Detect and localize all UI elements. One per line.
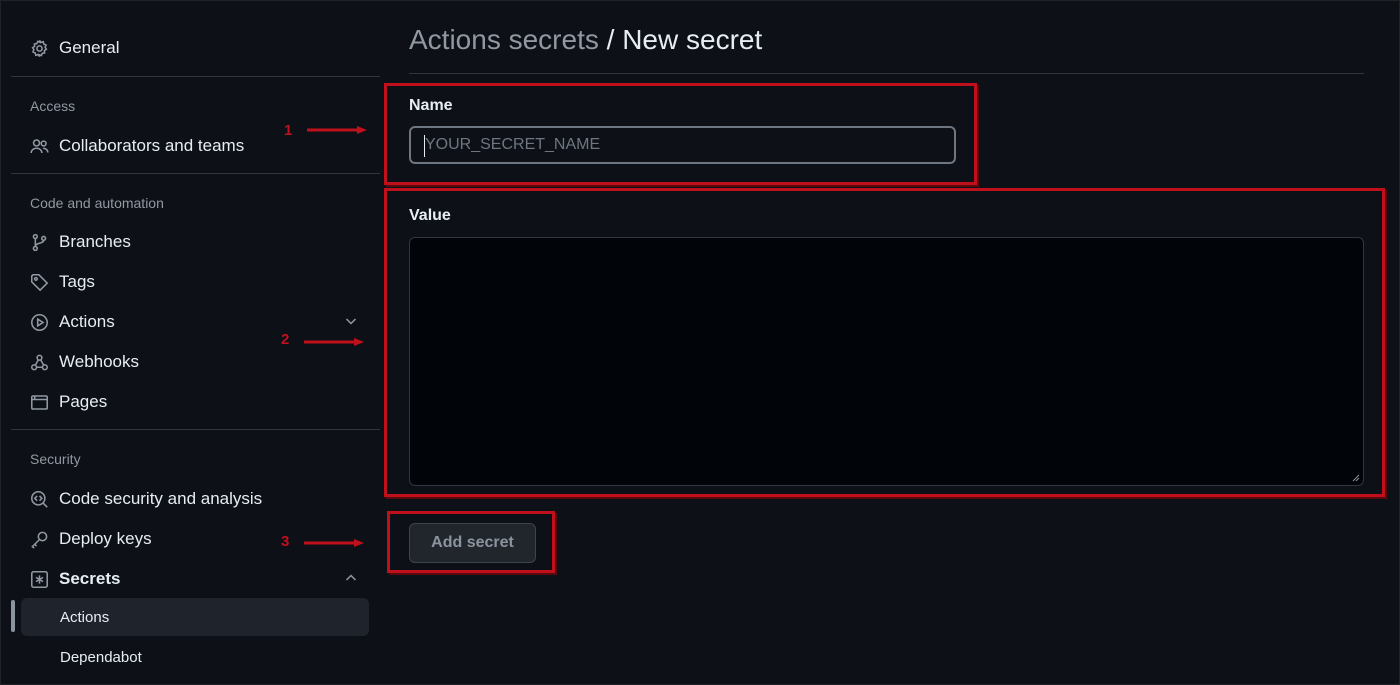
sidebar-item-general[interactable]: General: [21, 30, 369, 66]
breadcrumb-actions-secrets[interactable]: Actions secrets: [409, 24, 599, 55]
sidebar-item-code-security[interactable]: Code security and analysis: [21, 481, 369, 517]
annotation-number-2: 2: [281, 331, 290, 348]
section-title-access: Access: [30, 98, 76, 114]
sidebar-item-tags[interactable]: Tags: [21, 264, 369, 300]
annotation-arrow-icon: [304, 338, 364, 346]
codescan-icon: [29, 489, 49, 509]
chevron-down-icon[interactable]: [343, 313, 359, 329]
section-title-security: Security: [30, 451, 81, 467]
annotation-box-submit: [387, 511, 555, 573]
annotation-arrow-icon: [304, 539, 364, 547]
title-divider: [409, 73, 1364, 74]
sidebar-divider: [11, 429, 380, 430]
sidebar-item-label: Branches: [59, 232, 131, 251]
annotation-number-1: 1: [284, 122, 293, 139]
sidebar-subitem-dependabot[interactable]: Dependabot: [21, 638, 369, 676]
sidebar-item-actions[interactable]: Actions: [21, 304, 369, 340]
tag-icon: [29, 272, 49, 292]
people-icon: [29, 136, 49, 156]
sidebar-item-label: Actions: [59, 312, 115, 331]
sidebar-item-label: Collaborators and teams: [59, 136, 245, 155]
active-indicator: [11, 600, 15, 632]
annotation-number-3: 3: [281, 533, 290, 550]
annotation-arrow-icon: [307, 126, 367, 134]
sidebar-item-label: Webhooks: [59, 352, 140, 371]
chevron-up-icon[interactable]: [343, 570, 359, 586]
sidebar-item-label: Deploy keys: [59, 529, 152, 548]
browser-icon: [29, 392, 49, 412]
sidebar-item-secrets[interactable]: Secrets: [21, 561, 369, 597]
annotation-box-value: [384, 188, 1385, 497]
play-icon: [29, 312, 49, 332]
sidebar-item-label: General: [59, 38, 120, 57]
sidebar-item-label: Pages: [59, 392, 108, 411]
gear-icon: [29, 38, 49, 58]
page-title: Actions secrets / New secret: [409, 24, 762, 56]
page-title-text: New secret: [622, 24, 763, 55]
sidebar-item-label: Code security and analysis: [59, 489, 263, 508]
sidebar-item-webhooks[interactable]: Webhooks: [21, 344, 369, 380]
section-title-code-automation: Code and automation: [30, 195, 164, 211]
webhook-icon: [29, 352, 49, 372]
key-icon: [29, 529, 49, 549]
key-asterisk-icon: [29, 569, 49, 589]
sidebar-item-label: Secrets: [59, 569, 121, 588]
sidebar-item-label: Tags: [59, 272, 95, 291]
sidebar-item-branches[interactable]: Branches: [21, 224, 369, 260]
breadcrumb-separator: /: [598, 24, 623, 55]
annotation-box-name: [384, 83, 977, 185]
sidebar-subitem-actions[interactable]: Actions: [21, 598, 369, 636]
sidebar-divider: [11, 173, 380, 174]
git-branch-icon: [29, 232, 49, 252]
sidebar-divider: [11, 76, 380, 77]
sidebar-item-pages[interactable]: Pages: [21, 384, 369, 420]
